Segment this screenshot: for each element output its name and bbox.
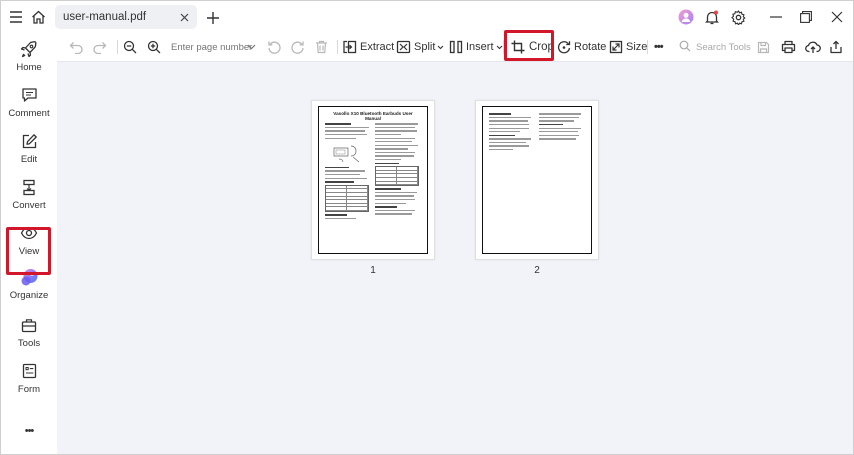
page-column-left [325, 121, 369, 221]
insert-icon [449, 40, 463, 54]
sidebar-item-form[interactable]: Form [1, 357, 57, 403]
sidebar-item-comment[interactable]: Comment [1, 81, 57, 127]
rotate-icon [557, 40, 571, 54]
size-button[interactable]: Size [609, 37, 647, 57]
page-column-right [539, 111, 583, 142]
edit-icon [19, 131, 39, 151]
split-label: Split [414, 41, 436, 53]
window-close-icon[interactable] [822, 5, 852, 29]
sidebar-more-button[interactable]: ••• [1, 425, 57, 437]
page-content [482, 106, 592, 254]
chevron-down-icon [437, 45, 444, 50]
rotate-label: Rotate [574, 41, 607, 53]
undo-icon[interactable] [69, 37, 84, 57]
insert-button[interactable]: Insert [449, 37, 503, 57]
sidebar-item-home[interactable]: Home [1, 35, 57, 81]
crop-highlight [504, 30, 554, 61]
page-number-label: 1 [370, 265, 376, 276]
extract-label: Extract [360, 41, 395, 53]
more-options-button[interactable]: ••• [654, 37, 664, 57]
page-content: Vasollo X10 Bluetooth Earbuds User Manua… [318, 106, 428, 254]
sidebar-item-edit[interactable]: Edit [1, 127, 57, 173]
sidebar-item-convert[interactable]: Convert [1, 173, 57, 219]
plus-icon[interactable] [201, 6, 225, 30]
organize-toolbar: Extract Split Insert Crop Rotate [57, 33, 853, 61]
redo-icon[interactable] [92, 37, 107, 57]
sidebar-label: Convert [12, 200, 46, 211]
page-column-right [375, 121, 419, 217]
rotate-button[interactable]: Rotate [557, 37, 606, 57]
share-icon[interactable] [829, 37, 843, 57]
rocket-icon [19, 39, 39, 59]
page-column-left [489, 111, 533, 153]
size-label: Size [626, 41, 648, 53]
restore-icon[interactable] [792, 5, 820, 29]
minimize-icon[interactable] [762, 5, 790, 29]
cloud-upload-icon[interactable] [805, 37, 821, 57]
sidebar-label: Edit [20, 154, 38, 165]
rotate-left-icon[interactable] [267, 37, 281, 57]
tools-icon [19, 315, 39, 335]
sidebar-item-tools[interactable]: Tools [1, 311, 57, 357]
save-icon[interactable] [757, 37, 770, 57]
page-title: Vasollo X10 Bluetooth Earbuds User Manua… [333, 111, 413, 121]
document-tab[interactable]: user-manual.pdf [55, 5, 197, 29]
form-icon [19, 361, 39, 381]
title-bar: user-manual.pdf [1, 1, 853, 33]
page-number-input[interactable] [167, 36, 259, 58]
print-icon[interactable] [781, 37, 796, 57]
rotate-right-icon[interactable] [291, 37, 305, 57]
avatar-icon[interactable] [674, 5, 698, 29]
sidebar-label: Home [16, 62, 42, 73]
sidebar-label: Organize [9, 290, 49, 301]
gear-icon[interactable] [726, 5, 750, 29]
search-placeholder: Search Tools [696, 41, 751, 53]
zoom-out-icon[interactable] [123, 37, 137, 57]
sidebar-label: Form [17, 384, 41, 395]
trash-icon[interactable] [315, 37, 328, 57]
organize-highlight [6, 227, 51, 275]
zoom-in-icon[interactable] [147, 37, 161, 57]
search-icon [679, 40, 691, 55]
home-icon[interactable] [26, 5, 50, 29]
page-thumbnail-1[interactable]: Vasollo X10 Bluetooth Earbuds User Manua… [311, 100, 435, 260]
page-thumbnail-2[interactable] [475, 100, 599, 260]
split-button[interactable]: Split [396, 37, 444, 57]
extract-icon [342, 40, 357, 54]
extract-button[interactable]: Extract [342, 37, 394, 57]
chevron-down-icon [496, 45, 503, 50]
page-number-label: 2 [534, 265, 540, 276]
size-icon [609, 40, 623, 54]
sidebar-label: Comment [8, 108, 50, 119]
search-tools[interactable]: Search Tools [679, 37, 757, 57]
comment-icon [19, 85, 39, 105]
insert-label: Insert [466, 41, 494, 53]
split-icon [396, 40, 411, 54]
bell-icon[interactable] [700, 5, 724, 29]
convert-icon [19, 177, 39, 197]
earbuds-illustration [331, 142, 365, 164]
close-icon[interactable] [177, 10, 191, 24]
sidebar-label: Tools [17, 338, 41, 349]
tab-label: user-manual.pdf [63, 11, 147, 23]
menu-icon[interactable] [4, 5, 28, 29]
chevron-down-icon[interactable] [247, 37, 256, 57]
page-thumbnail-area: Vasollo X10 Bluetooth Earbuds User Manua… [57, 61, 853, 454]
